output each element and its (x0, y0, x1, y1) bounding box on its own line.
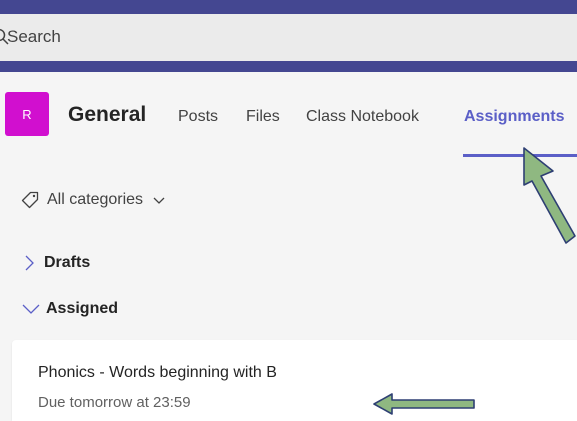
annotation-arrows (373, 147, 576, 415)
teams-window: Search R General Posts Files Class Noteb… (0, 0, 577, 421)
arrow-to-assignments-tab (523, 147, 576, 244)
arrow-to-assignment (373, 393, 475, 415)
